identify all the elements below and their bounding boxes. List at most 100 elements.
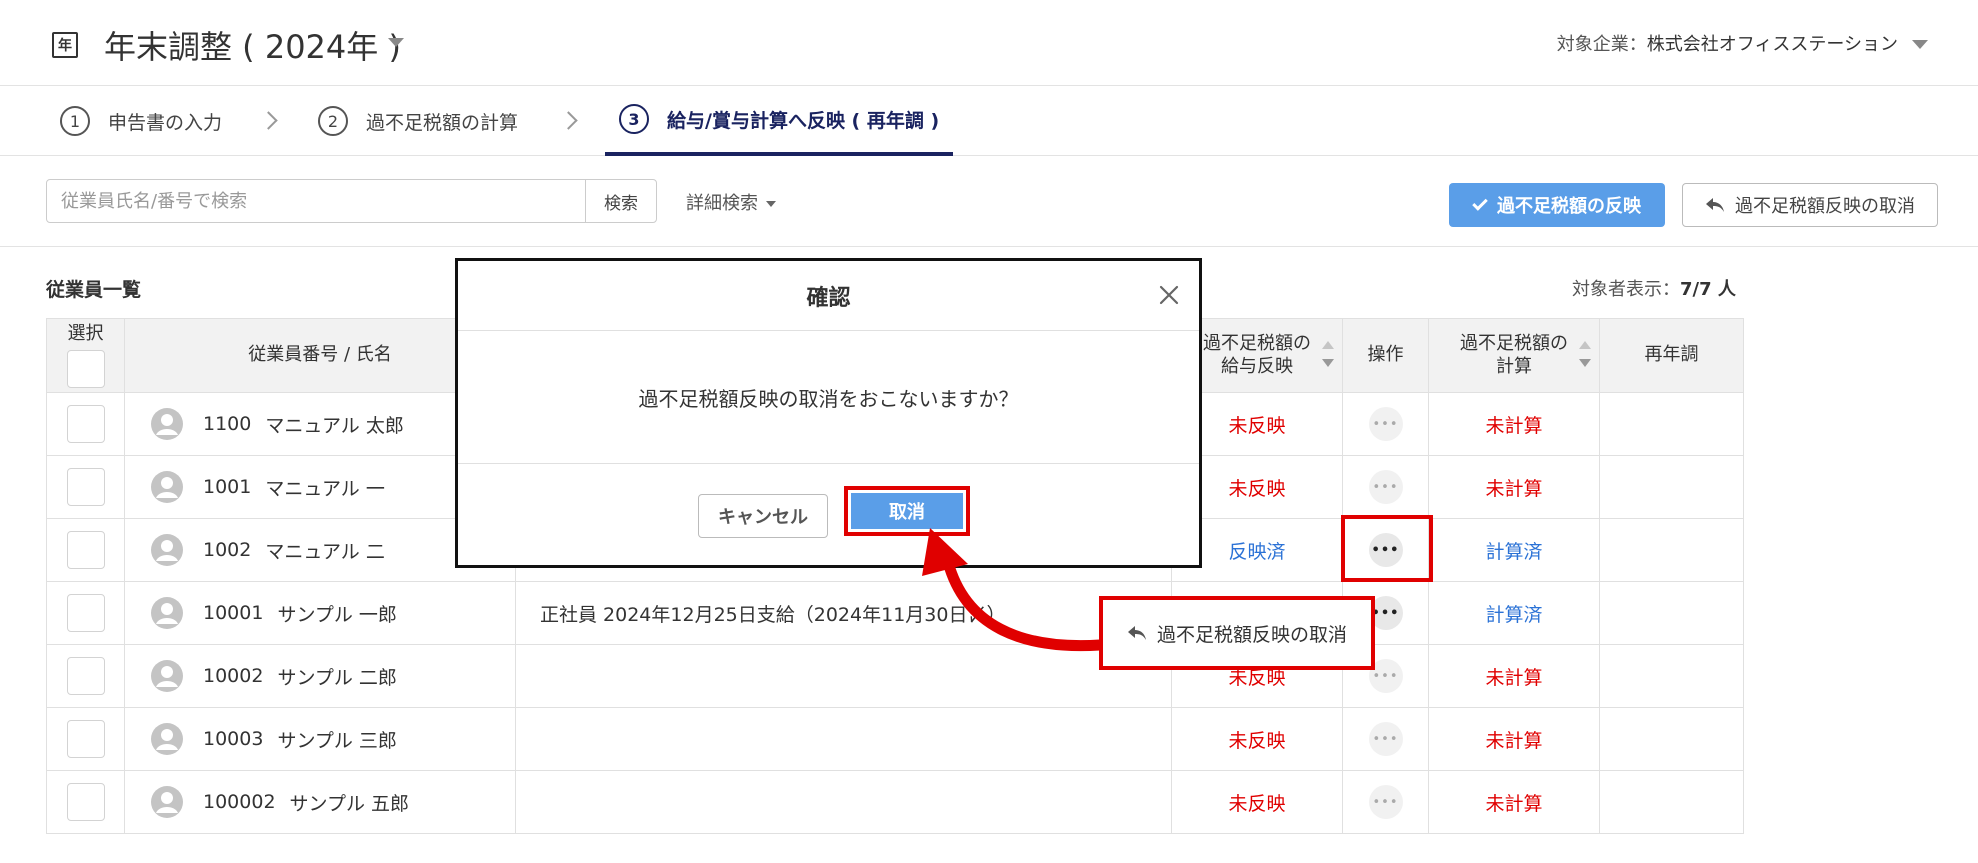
page-title[interactable]: 年末調整 ( 2024年 ): [104, 22, 401, 68]
calc-status: 計算済: [1428, 581, 1600, 645]
caret-down-icon: [766, 201, 776, 207]
employee-number: 1001: [203, 476, 252, 498]
payroll-cell: [515, 644, 1172, 708]
rereturn-cell: [1599, 392, 1744, 456]
more-dots-icon[interactable]: •••: [1368, 722, 1403, 756]
select-cell: [46, 455, 125, 519]
chevron-down-icon[interactable]: [1912, 40, 1928, 49]
company-label: 対象企業：: [1556, 34, 1647, 55]
select-cell: [46, 518, 125, 582]
sort-asc-icon[interactable]: [1579, 341, 1591, 349]
ops-cell: •••: [1342, 770, 1429, 834]
more-dots-icon[interactable]: •••: [1368, 470, 1403, 504]
company-selector[interactable]: 対象企業：株式会社オフィスステーション: [1557, 30, 1898, 56]
target-count: 対象者表示：7/7 人: [1572, 275, 1736, 301]
row-checkbox[interactable]: [66, 594, 105, 632]
apply-tax-button[interactable]: 過不足税額の反映: [1449, 183, 1665, 227]
check-icon: [1472, 195, 1488, 211]
calendar-icon: 年: [52, 32, 78, 58]
sort-asc-icon[interactable]: [1322, 341, 1334, 349]
ops-cell: •••: [1342, 707, 1429, 771]
count-label: 対象者表示：: [1572, 279, 1680, 300]
calc-status: 計算済: [1428, 518, 1600, 582]
search-input[interactable]: [46, 179, 586, 223]
select-all-checkbox[interactable]: [66, 349, 105, 388]
payroll-cell: 正社員 2024年12月25日支給（2024年11月30日〆）: [515, 581, 1172, 645]
row-checkbox[interactable]: [66, 783, 105, 821]
step-3[interactable]: 3 給与/賞与計算へ反映 ( 再年調 ): [605, 86, 954, 156]
select-cell: [46, 644, 125, 708]
select-cell: [46, 392, 125, 456]
ops-cell: •••: [1342, 392, 1429, 456]
calc-status: 未計算: [1428, 707, 1600, 771]
menu-item-label: 過不足税額反映の取消: [1156, 623, 1347, 646]
undo-arrow-icon: [1127, 625, 1147, 641]
cancel-apply-button[interactable]: 過不足税額反映の取消: [1682, 183, 1938, 227]
dialog-body: 過不足税額反映の取消をおこないますか？: [458, 331, 1199, 464]
table-row: 100002 サンプル 五郎 未反映 ••• 未計算: [46, 770, 1744, 834]
calc-header-line1: 過不足税額の: [1460, 333, 1568, 354]
user-avatar-icon: [151, 660, 183, 692]
row-checkbox[interactable]: [66, 405, 105, 443]
employee-number: 10002: [203, 665, 264, 687]
chevron-right-icon: [259, 111, 278, 130]
row-checkbox[interactable]: [66, 531, 105, 569]
ops-column-header: 操作: [1342, 318, 1429, 393]
dialog-footer: キャンセル 取消: [458, 464, 1199, 565]
search-button[interactable]: 検索: [585, 179, 657, 223]
rereturn-cell: [1599, 644, 1744, 708]
list-title: 従業員一覧: [46, 279, 142, 301]
employee-cell[interactable]: 10002 サンプル 二郎: [124, 644, 516, 708]
more-dots-icon[interactable]: •••: [1368, 785, 1403, 819]
rereturn-cell: [1599, 455, 1744, 519]
employee-number: 10003: [203, 728, 264, 750]
advanced-search-label: 詳細検索: [686, 193, 758, 214]
employee-name: サンプル 一郎: [277, 603, 397, 626]
reflect-status: 未反映: [1171, 707, 1343, 771]
user-avatar-icon: [151, 408, 183, 440]
calc-column-header[interactable]: 過不足税額の 計算: [1428, 318, 1600, 393]
table-row: 10002 サンプル 二郎 未反映 ••• 未計算: [46, 644, 1744, 708]
confirm-cancel-button[interactable]: 取消: [844, 486, 970, 536]
user-avatar-icon: [151, 534, 183, 566]
cancel-apply-label: 過不足税額反映の取消: [1735, 196, 1915, 217]
employee-name: マニュアル 一: [265, 477, 385, 500]
user-avatar-icon: [151, 471, 183, 503]
row-checkbox[interactable]: [66, 720, 105, 758]
calc-status: 未計算: [1428, 644, 1600, 708]
chevron-down-icon[interactable]: [388, 38, 404, 47]
employee-name: マニュアル 太郎: [265, 414, 404, 437]
step-1[interactable]: 1 申告書の入力: [60, 86, 222, 156]
sort-desc-icon[interactable]: [1579, 359, 1591, 367]
close-icon[interactable]: [1157, 283, 1181, 307]
employee-cell[interactable]: 100002 サンプル 五郎: [124, 770, 516, 834]
annotation-highlight-box: [1341, 515, 1433, 582]
employee-number: 1100: [203, 413, 252, 435]
row-checkbox[interactable]: [66, 657, 105, 695]
employee-cell[interactable]: 10001 サンプル 一郎: [124, 581, 516, 645]
cancel-apply-menu-item[interactable]: 過不足税額反映の取消: [1099, 596, 1375, 670]
sort-desc-icon[interactable]: [1322, 359, 1334, 367]
payroll-cell: [515, 770, 1172, 834]
undo-arrow-icon: [1705, 197, 1725, 213]
select-cell: [46, 707, 125, 771]
select-cell: [46, 770, 125, 834]
rereturn-cell: [1599, 707, 1744, 771]
calc-status: 未計算: [1428, 392, 1600, 456]
employee-cell[interactable]: 10003 サンプル 三郎: [124, 707, 516, 771]
more-dots-icon[interactable]: •••: [1368, 407, 1403, 441]
employee-number: 10001: [203, 602, 264, 624]
user-avatar-icon: [151, 786, 183, 818]
advanced-search-toggle[interactable]: 詳細検索: [686, 189, 776, 215]
rereturn-cell: [1599, 581, 1744, 645]
step-number: 1: [60, 106, 90, 136]
rereturn-cell: [1599, 770, 1744, 834]
row-checkbox[interactable]: [66, 468, 105, 506]
select-cell: [46, 581, 125, 645]
ops-cell: •••: [1342, 455, 1429, 519]
cancel-button[interactable]: キャンセル: [698, 494, 828, 538]
step-2[interactable]: 2 過不足税額の計算: [318, 86, 518, 156]
step-navigation: 1 申告書の入力 2 過不足税額の計算 3 給与/賞与計算へ反映 ( 再年調 ): [0, 86, 1978, 156]
employee-number: 100002: [203, 791, 276, 813]
calc-status: 未計算: [1428, 770, 1600, 834]
